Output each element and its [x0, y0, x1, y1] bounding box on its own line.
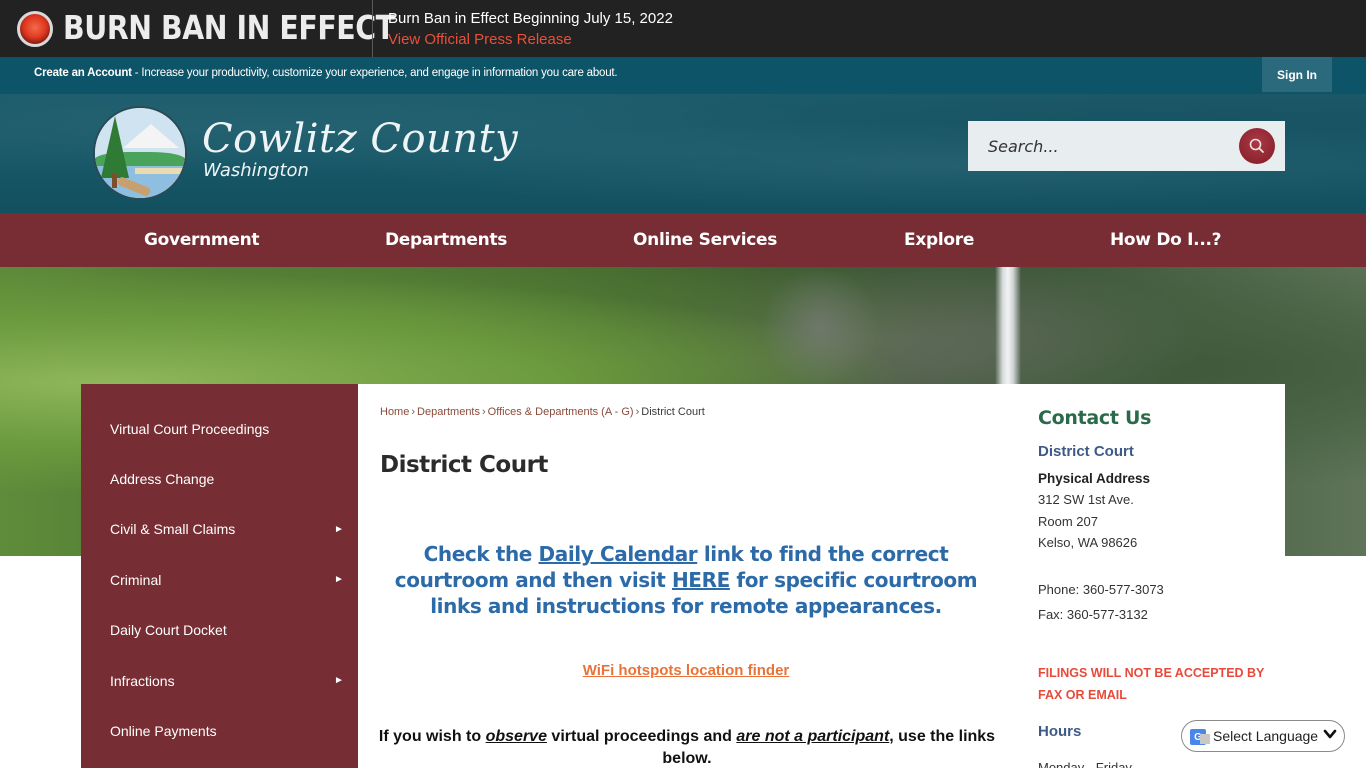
- alert-status-icon: [17, 11, 53, 47]
- sidebar-item-online-payments[interactable]: Online Payments: [110, 723, 217, 739]
- breadcrumb-home[interactable]: Home: [380, 406, 409, 418]
- language-select[interactable]: G Select Language: [1181, 720, 1345, 752]
- breadcrumb-offices-a-g[interactable]: Offices & Departments (A - G): [488, 406, 634, 418]
- create-account-link[interactable]: Create an Account: [34, 67, 132, 79]
- submenu-arrow-icon[interactable]: ►: [334, 574, 344, 585]
- hours-days: Monday - Friday: [1038, 760, 1132, 768]
- fax-number: Fax: 360-577-3132: [1038, 607, 1148, 622]
- address-line: Room 207: [1038, 514, 1098, 529]
- address-line: 312 SW 1st Ave.: [1038, 492, 1134, 507]
- breadcrumb: Home › Departments › Offices & Departments (…: [380, 406, 705, 418]
- submenu-arrow-icon[interactable]: ►: [334, 524, 344, 535]
- language-select-label: Select Language: [1213, 728, 1319, 744]
- observe-instructions: If you wish to observe virtual proceedin…: [378, 728, 996, 767]
- search-box: [968, 121, 1285, 171]
- county-logo[interactable]: [93, 106, 187, 200]
- filing-warning: FILINGS WILL NOT BE ACCEPTED BY FAX OR E…: [1038, 666, 1265, 702]
- main-nav: Government Departments Online Services E…: [0, 213, 1366, 267]
- chevron-down-icon: [1323, 727, 1337, 744]
- nav-government[interactable]: Government: [144, 213, 260, 267]
- search-input[interactable]: [968, 121, 1228, 171]
- account-bar: Create an Account - Increase your produc…: [0, 57, 1366, 94]
- hours-heading: Hours: [1038, 723, 1082, 740]
- breadcrumb-current: District Court: [641, 406, 705, 418]
- site-subtitle: Washington: [203, 160, 309, 181]
- alert-divider: [372, 0, 373, 57]
- here-link[interactable]: HERE: [672, 568, 730, 592]
- breadcrumb-departments[interactable]: Departments: [417, 406, 480, 418]
- mountain-icon: [123, 124, 179, 148]
- contact-department-link[interactable]: District Court: [1038, 443, 1134, 460]
- daily-calendar-link[interactable]: Daily Calendar: [539, 542, 698, 566]
- physical-address-label: Physical Address: [1038, 471, 1151, 486]
- phone-number: Phone: 360-577-3073: [1038, 582, 1164, 597]
- account-promo-text: - Increase your productivity, customize …: [131, 67, 618, 79]
- sign-in-button[interactable]: Sign In: [1262, 57, 1332, 92]
- nav-online-services[interactable]: Online Services: [633, 213, 777, 267]
- address-line: Kelso, WA 98626: [1038, 535, 1138, 550]
- waterfall-image: [995, 267, 1021, 387]
- alert-title: BURN BAN IN EFFECT: [63, 8, 395, 47]
- wifi-link-container: WiFi hotspots location finder: [380, 662, 992, 680]
- sidebar-item-daily-court-docket[interactable]: Daily Court Docket: [110, 622, 227, 638]
- remote-appearance-notice: Check the Daily Calendar link to find th…: [394, 542, 978, 618]
- contact-us-heading: Contact Us: [1038, 407, 1152, 429]
- nav-how-do-i[interactable]: How Do I...?: [1110, 213, 1222, 267]
- press-release-link[interactable]: View Official Press Release: [388, 30, 572, 50]
- sidebar-nav: Virtual Court Proceedings Address Change…: [81, 384, 358, 768]
- sidebar-item-address-change[interactable]: Address Change: [110, 471, 214, 487]
- search-icon: [1249, 138, 1264, 153]
- search-button[interactable]: [1239, 128, 1275, 164]
- site-header: Cowlitz County Washington: [0, 94, 1366, 213]
- wifi-hotspots-link[interactable]: WiFi hotspots location finder: [583, 662, 790, 679]
- sidebar-item-virtual-court[interactable]: Virtual Court Proceedings: [110, 421, 269, 437]
- site-title[interactable]: Cowlitz County: [202, 112, 518, 166]
- alert-message: Burn Ban in Effect Beginning July 15, 20…: [388, 10, 673, 27]
- nav-departments[interactable]: Departments: [385, 213, 507, 267]
- sidebar-item-civil-small-claims[interactable]: Civil & Small Claims: [110, 521, 235, 537]
- nav-explore[interactable]: Explore: [904, 213, 974, 267]
- page-title: District Court: [380, 452, 548, 478]
- submenu-arrow-icon[interactable]: ►: [334, 675, 344, 686]
- sidebar-item-criminal[interactable]: Criminal: [110, 572, 161, 588]
- tree-icon: [101, 116, 129, 178]
- sidebar-item-infractions[interactable]: Infractions: [110, 673, 175, 689]
- alert-bar: BURN BAN IN EFFECT Burn Ban in Effect Be…: [0, 0, 1366, 57]
- account-promo: Create an Account - Increase your produc…: [34, 67, 618, 79]
